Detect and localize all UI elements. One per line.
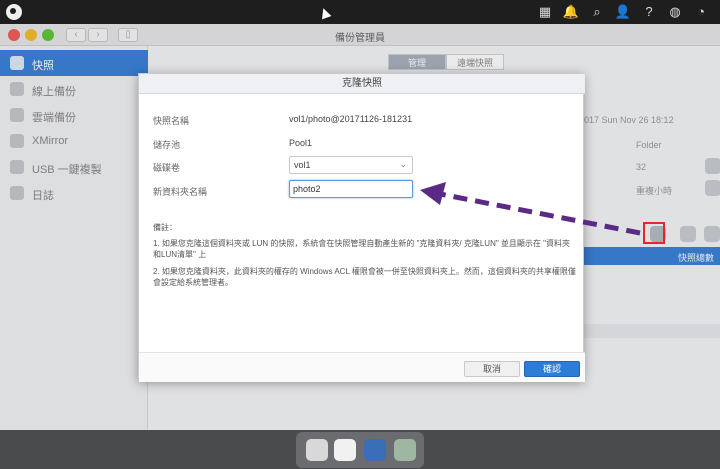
- app-center-icon[interactable]: [334, 439, 356, 461]
- file-station-icon[interactable]: [306, 439, 328, 461]
- annotation-arrow-line: [439, 191, 641, 236]
- annotation-arrow: [420, 182, 641, 236]
- recycle-bin-icon[interactable]: [394, 439, 416, 461]
- dock: [296, 432, 424, 468]
- highlight-box: [643, 222, 665, 244]
- annotation-arrow-head: [420, 182, 446, 205]
- backup-manager-icon[interactable]: [364, 439, 386, 461]
